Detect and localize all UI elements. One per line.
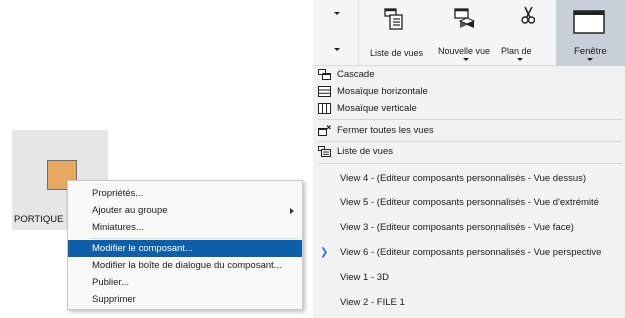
ribbon-divider xyxy=(358,0,359,66)
view-item-label: View 6 - (Editeur composants personnalis… xyxy=(340,247,602,258)
menu-item-label: Miniatures... xyxy=(92,222,144,233)
menu-item-view-list[interactable]: Liste de vues xyxy=(337,143,393,160)
view-item[interactable]: View 2 - FILE 1 xyxy=(313,291,625,315)
tile-vertical-icon xyxy=(318,103,331,114)
menu-item-properties[interactable]: Propriétés... xyxy=(68,185,302,202)
new-view-dropdown-caret-icon xyxy=(463,58,469,61)
cascade-icon xyxy=(318,69,331,80)
menu-item-label: Propriétés... xyxy=(92,188,144,199)
menu-item-label: Supprimer xyxy=(92,294,136,305)
close-all-views-icon xyxy=(318,125,331,136)
menu-separator xyxy=(90,238,298,239)
view-item[interactable]: View 5 - (Editeur composants personnalis… xyxy=(313,191,625,215)
menu-item-label: Modifier le composant... xyxy=(92,243,193,254)
view-item-active[interactable]: View 6 - (Editeur composants personnalis… xyxy=(313,241,625,265)
view-list-button-label: Liste de vues xyxy=(370,48,424,58)
view-item-label: View 2 - FILE 1 xyxy=(340,297,405,308)
view-item-label: View 5 - (Editeur composants personnalis… xyxy=(340,197,599,208)
view-list-icon xyxy=(384,8,403,30)
menu-item-tile-vertical[interactable]: Mosaïque verticale xyxy=(337,100,417,117)
plane-button-label: Plan de xyxy=(501,46,532,56)
tile-horizontal-icon xyxy=(318,86,331,97)
menu-item-label: Ajouter au groupe xyxy=(92,205,168,216)
menu-item-cascade[interactable]: Cascade xyxy=(337,66,375,83)
ribbon-expand-caret-icon[interactable] xyxy=(334,12,340,15)
component-label: PORTIQUE xyxy=(14,214,64,225)
view-item[interactable]: View 4 - (Editeur composants personnalis… xyxy=(313,167,625,191)
plane-dropdown-caret-icon xyxy=(517,58,523,61)
menu-separator xyxy=(318,141,622,142)
view-item-label: View 4 - (Editeur composants personnalis… xyxy=(340,173,587,184)
view-list-icon xyxy=(318,146,331,157)
submenu-arrow-icon xyxy=(290,208,294,214)
menu-item-publish[interactable]: Publier... xyxy=(68,274,302,291)
window-button-label: Fenêtre xyxy=(574,46,607,57)
scissors-icon xyxy=(521,6,535,24)
window-dropdown-caret-icon xyxy=(587,58,593,61)
context-menu: Propriétés... Ajouter au groupe Miniatur… xyxy=(67,180,303,310)
active-view-chevron-icon: ❯ xyxy=(320,247,329,258)
new-view-button[interactable]: Nouvelle vue xyxy=(437,0,495,66)
menu-item-thumbnails[interactable]: Miniatures... xyxy=(68,219,302,236)
menu-item-delete[interactable]: Supprimer xyxy=(68,291,302,308)
view-list-button[interactable]: Liste de vues xyxy=(367,0,427,66)
view-item[interactable]: View 1 - 3D xyxy=(313,266,625,290)
new-view-icon xyxy=(454,8,476,28)
menu-item-close-all-views[interactable]: Fermer toutes les vues xyxy=(337,122,434,139)
view-item[interactable]: View 3 - (Editeur composants personnalis… xyxy=(313,216,625,240)
window-icon xyxy=(573,10,605,34)
menu-item-tile-horizontal[interactable]: Mosaïque horizontale xyxy=(337,83,428,100)
ribbon-expand-caret-icon[interactable] xyxy=(334,48,340,51)
view-item-label: View 3 - (Editeur composants personnalis… xyxy=(340,222,574,233)
menu-item-label: Publier... xyxy=(92,277,129,288)
menu-separator xyxy=(318,119,622,120)
menu-item-add-to-group[interactable]: Ajouter au groupe xyxy=(68,202,302,219)
menu-item-label: Modifier la boîte de dialogue du composa… xyxy=(92,260,282,271)
view-item-label: View 1 - 3D xyxy=(340,272,389,283)
menu-item-edit-component[interactable]: Modifier le composant... xyxy=(68,240,302,257)
menu-item-edit-component-dialog[interactable]: Modifier la boîte de dialogue du composa… xyxy=(68,257,302,274)
plane-button[interactable]: Plan de xyxy=(499,0,544,66)
new-view-button-label: Nouvelle vue xyxy=(438,46,491,56)
menu-separator xyxy=(318,163,622,164)
